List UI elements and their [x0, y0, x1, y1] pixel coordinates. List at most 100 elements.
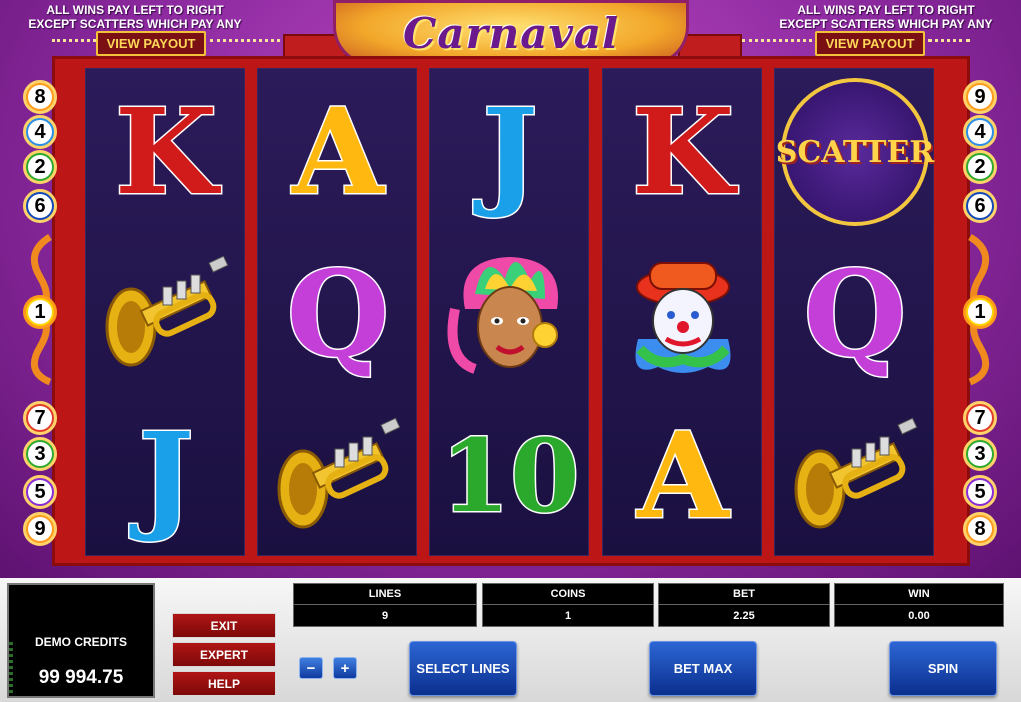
credits-value: 99 994.75	[38, 667, 124, 688]
lines-value: 9	[381, 610, 389, 622]
marquee-lights	[52, 39, 96, 45]
payline-number: 1	[28, 300, 52, 324]
payline-number: 5	[28, 480, 52, 504]
view-payout-button-left[interactable]: VIEW PAYOUT	[96, 31, 206, 56]
win-display: WIN 0.00	[834, 583, 1004, 627]
payline-indicator-left[interactable]: 3	[23, 437, 57, 471]
symbol-queen: Q	[779, 239, 931, 389]
bet-max-button[interactable]: BET MAX	[649, 641, 757, 696]
symbol-jack: J	[90, 401, 242, 551]
symbol-letter: K	[630, 82, 736, 221]
reel-1: K J	[85, 68, 245, 556]
payline-number: 7	[968, 406, 992, 430]
help-button[interactable]: HELP	[172, 671, 276, 696]
symbol-dancer	[434, 239, 586, 389]
coins-decrease-button[interactable]: −	[299, 657, 323, 679]
logo-text: Carnaval	[402, 8, 620, 58]
payline-number: 8	[28, 85, 52, 109]
payline-indicator-left[interactable]: 2	[23, 150, 57, 184]
symbol-letter: J	[137, 406, 196, 545]
payline-number: 6	[28, 194, 52, 218]
reel-4: K A	[602, 68, 762, 556]
payline-number: 4	[968, 120, 992, 144]
payline-indicator-left[interactable]: 4	[23, 115, 57, 149]
symbol-letter: Q	[802, 244, 908, 383]
coins-value: 1	[564, 610, 572, 622]
reel-2: A Q	[257, 68, 417, 556]
symbol-letter: A	[636, 406, 731, 545]
bet-value: 2.25	[733, 610, 755, 622]
symbol-trumpet	[262, 401, 414, 551]
payline-number: 4	[28, 120, 52, 144]
payline-number: 9	[28, 517, 52, 541]
select-lines-button[interactable]: SELECT LINES	[409, 641, 517, 696]
payline-number: 2	[968, 155, 992, 179]
payline-number: 2	[28, 155, 52, 179]
payline-indicator-left[interactable]: 8	[23, 80, 57, 114]
expert-button[interactable]: EXPERT	[172, 642, 276, 667]
payline-indicator-right[interactable]: 6	[963, 189, 997, 223]
payline-indicator-left[interactable]: 5	[23, 475, 57, 509]
rules-line: ALL WINS PAY LEFT TO RIGHT	[797, 3, 975, 17]
payline-indicator-left[interactable]: 7	[23, 401, 57, 435]
symbol-ace: A	[607, 401, 759, 551]
symbol-clown	[607, 239, 759, 389]
symbol-letter: Q	[285, 244, 391, 383]
payline-indicator-right[interactable]: 2	[963, 150, 997, 184]
symbol-king: K	[607, 77, 759, 227]
symbol-trumpet	[779, 401, 931, 551]
bet-display: BET 2.25	[658, 583, 830, 627]
marquee-lights	[928, 39, 970, 45]
payline-indicator-right[interactable]: 9	[963, 80, 997, 114]
rules-line: EXCEPT SCATTERS WHICH PAY ANY	[28, 17, 242, 31]
payline-indicator-right[interactable]: 4	[963, 115, 997, 149]
lines-display: LINES 9	[293, 583, 477, 627]
spin-button[interactable]: SPIN	[889, 641, 997, 696]
symbol-ten: 10	[434, 401, 586, 551]
payline-indicator-right[interactable]: 1	[963, 295, 997, 329]
symbol-scatter: SCATTER	[776, 77, 934, 227]
marquee-lights	[210, 39, 280, 45]
payline-number: 8	[968, 517, 992, 541]
trumpet-icon	[105, 255, 229, 367]
symbol-trumpet	[90, 239, 242, 389]
payline-indicator-left[interactable]: 1	[23, 295, 57, 329]
payline-indicator-right[interactable]: 8	[963, 512, 997, 546]
rules-note-right: ALL WINS PAY LEFT TO RIGHT EXCEPT SCATTE…	[751, 3, 1021, 31]
coins-increase-button[interactable]: +	[333, 657, 357, 679]
payline-number: 3	[968, 442, 992, 466]
carnival-dancer-icon	[447, 257, 559, 374]
payline-number: 5	[968, 480, 992, 504]
payline-number: 7	[28, 406, 52, 430]
lines-label: LINES	[294, 584, 476, 605]
symbol-jack: J	[434, 77, 586, 227]
trumpet-icon	[277, 417, 401, 529]
sound-level-indicator	[9, 642, 13, 694]
credits-display: DEMO CREDITS 99 994.75	[7, 583, 155, 698]
payline-number: 6	[968, 194, 992, 218]
payline-indicator-left[interactable]: 6	[23, 189, 57, 223]
rules-note-left: ALL WINS PAY LEFT TO RIGHT EXCEPT SCATTE…	[0, 3, 270, 31]
payline-number: 9	[968, 85, 992, 109]
win-label: WIN	[835, 584, 1003, 605]
payline-indicator-right[interactable]: 5	[963, 475, 997, 509]
coins-display: COINS 1	[482, 583, 654, 627]
view-payout-button-right[interactable]: VIEW PAYOUT	[815, 31, 925, 56]
clown-icon	[635, 262, 731, 373]
reel-3: J 10	[429, 68, 589, 556]
payline-number: 3	[28, 442, 52, 466]
payline-indicator-right[interactable]: 3	[963, 437, 997, 471]
exit-button[interactable]: EXIT	[172, 613, 276, 638]
symbol-ace: A	[262, 77, 414, 227]
symbol-king: K	[90, 77, 242, 227]
symbol-letter: A	[291, 82, 386, 221]
credits-label: DEMO CREDITS	[34, 635, 127, 649]
marquee-lights	[742, 39, 812, 45]
win-value: 0.00	[908, 610, 930, 622]
payline-indicator-left[interactable]: 9	[23, 512, 57, 546]
symbol-queen: Q	[262, 239, 414, 389]
symbol-letter: K	[113, 82, 219, 221]
symbol-letter: J	[481, 82, 540, 221]
symbol-letter: 10	[439, 417, 581, 535]
payline-indicator-right[interactable]: 7	[963, 401, 997, 435]
